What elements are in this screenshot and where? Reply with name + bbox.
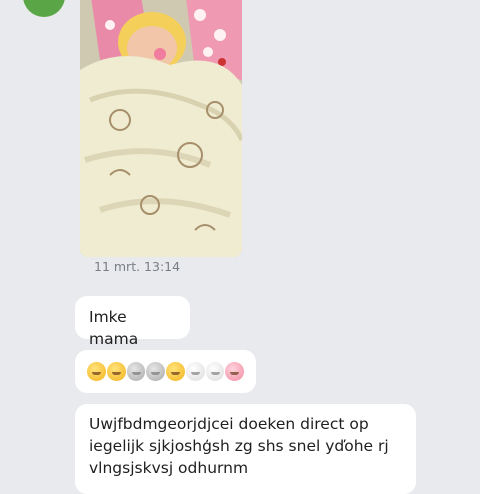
message-bubble[interactable]: Imke mama [75,296,190,348]
rat-icon [126,362,146,381]
baby-doll-photo-image [80,0,242,257]
dog-face-icon [205,362,225,381]
photo-timestamp: 11 mrt. 13:14 [94,259,181,274]
emoji-message-bubble[interactable] [75,350,256,393]
message-photo[interactable] [80,0,242,257]
hedgehog-icon [146,362,165,381]
kissing-face-icon [166,362,185,381]
smirking-face-icon [106,362,126,381]
pig-nose-icon [225,362,244,381]
message-text: Uwjfbdmgeorjdjcei doeken direct op iegel… [89,415,389,477]
message-text: Imke mama [89,308,139,348]
message-bubble[interactable]: Uwjfbdmgeorjdjcei doeken direct op iegel… [75,404,416,494]
grinning-squint-face-icon [87,362,106,381]
contact-avatar[interactable] [23,0,65,17]
rabbit-face-icon [185,362,205,381]
